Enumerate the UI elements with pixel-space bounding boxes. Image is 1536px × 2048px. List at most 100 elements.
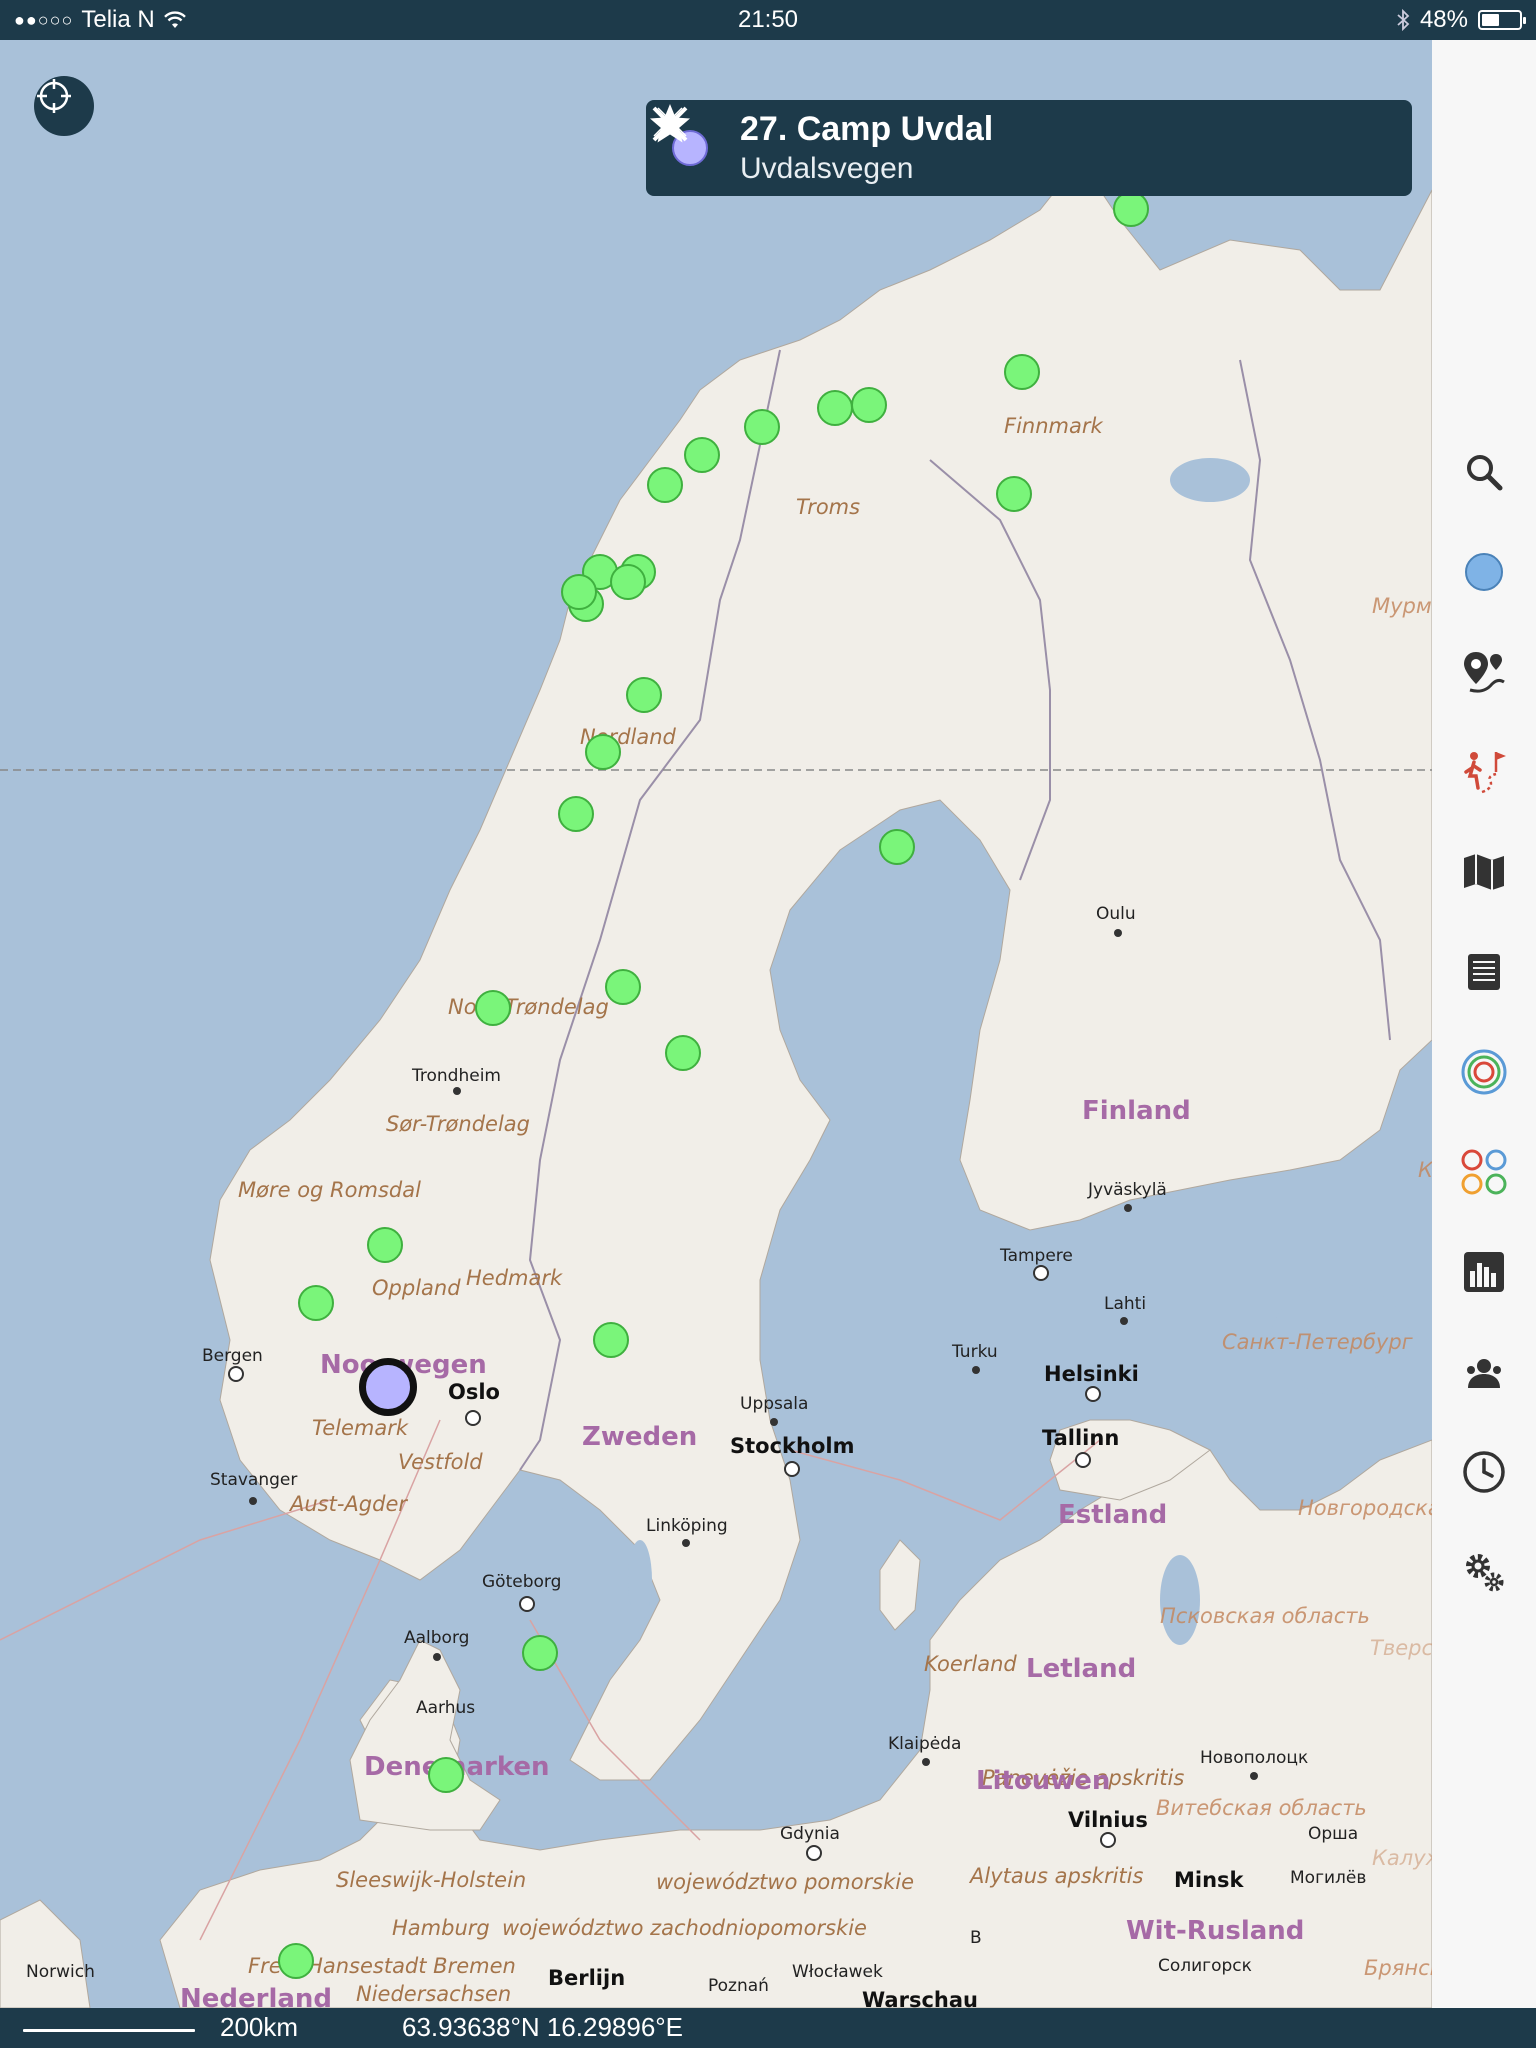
- map-label: Finnmark: [1004, 414, 1103, 438]
- map-marker[interactable]: [1113, 191, 1149, 227]
- city-dot: [806, 1845, 822, 1861]
- city-label: Солигорск: [1158, 1956, 1252, 1976]
- city-label: Aalborg: [404, 1628, 470, 1648]
- map-view[interactable]: Finnmark Troms Nordland Nord-Trøndelag S…: [0, 40, 1432, 2008]
- city-label: Могилёв: [1290, 1868, 1367, 1888]
- map-layers-button[interactable]: [1454, 842, 1514, 902]
- map-marker[interactable]: [561, 574, 597, 610]
- map-icon: [1464, 854, 1504, 890]
- map-marker[interactable]: [428, 1757, 464, 1793]
- map-marker[interactable]: [647, 467, 683, 503]
- city-dot: [682, 1539, 690, 1547]
- map-marker[interactable]: [626, 677, 662, 713]
- city-dot: [1085, 1386, 1101, 1402]
- city-dot: [972, 1366, 980, 1374]
- city-dot: [1250, 1772, 1258, 1780]
- map-label: Alytaus apskritis: [970, 1864, 1144, 1888]
- city-dot: [465, 1410, 481, 1426]
- map-label: Sleeswijk-Holstein: [336, 1868, 527, 1892]
- map-label: Oppland: [372, 1276, 461, 1300]
- map-label: Калужская: [1372, 1846, 1432, 1870]
- map-label: Aust-Agder: [290, 1492, 408, 1516]
- map-marker[interactable]: [585, 734, 621, 770]
- battery-fill: [1482, 14, 1500, 26]
- battery-percent: 48%: [1419, 6, 1468, 33]
- city-dot: [1100, 1832, 1116, 1848]
- locate-me-button[interactable]: [34, 76, 94, 136]
- bluetooth-icon: [1397, 8, 1410, 32]
- city-dot: [453, 1087, 461, 1095]
- map-label: Nord-Trøndelag: [448, 995, 609, 1019]
- map-label: Псковская область: [1160, 1604, 1370, 1628]
- city-label: Norwich: [26, 1962, 95, 1982]
- close-icon[interactable]: [646, 100, 694, 148]
- app-screen: ●●○○○ Telia N 21:50 48% Finnmark Troms N…: [0, 0, 1536, 2048]
- city-label: Linköping: [646, 1516, 728, 1536]
- map-label: Hamburg: [392, 1916, 490, 1940]
- selected-map-marker[interactable]: [359, 1358, 417, 1416]
- map-marker[interactable]: [610, 564, 646, 600]
- map-marker[interactable]: [278, 1943, 314, 1979]
- map-marker[interactable]: [522, 1635, 558, 1671]
- map-marker[interactable]: [879, 829, 915, 865]
- location-subtitle: Uvdalsvegen: [740, 152, 914, 185]
- city-label: Klaipėda: [888, 1734, 962, 1754]
- city-dot: [249, 1497, 257, 1505]
- city-label: Poznań: [708, 1976, 769, 1996]
- layer-dot-button[interactable]: [1454, 542, 1514, 602]
- capital-label: Tallinn: [1042, 1426, 1120, 1450]
- map-marker[interactable]: [298, 1285, 334, 1321]
- map-marker[interactable]: [665, 1035, 701, 1071]
- list-button[interactable]: [1454, 942, 1514, 1002]
- city-dot: [770, 1418, 778, 1426]
- city-label: Włocławek: [792, 1962, 883, 1982]
- map-marker[interactable]: [744, 409, 780, 445]
- city-label: Trondheim: [412, 1066, 501, 1086]
- map-marker[interactable]: [817, 390, 853, 426]
- map-label: województwo pomorskie: [656, 1870, 915, 1894]
- map-marker[interactable]: [605, 969, 641, 1005]
- capital-label: Helsinki: [1044, 1362, 1139, 1386]
- ferry-route: [0, 1499, 331, 1641]
- capital-label: Berlijn: [548, 1966, 626, 1990]
- city-label: Gdynia: [780, 1824, 840, 1844]
- map-marker[interactable]: [367, 1227, 403, 1263]
- status-right: 48%: [1396, 6, 1526, 34]
- groups-button[interactable]: [1454, 1142, 1514, 1202]
- map-label: Витебская область: [1156, 1796, 1367, 1820]
- location-info-card[interactable]: 27. Camp Uvdal Uvdalsvegen: [646, 100, 1412, 196]
- right-toolbar: [1432, 40, 1536, 2008]
- settings-button[interactable]: [1454, 1542, 1514, 1602]
- city-label: Oulu: [1096, 904, 1136, 924]
- trail-button[interactable]: [1454, 742, 1514, 802]
- capital-label: Warschau: [862, 1988, 978, 2008]
- stats-button[interactable]: [1454, 1242, 1514, 1302]
- map-marker[interactable]: [851, 387, 887, 423]
- map-marker[interactable]: [593, 1322, 629, 1358]
- map-label: Telemark: [312, 1416, 409, 1440]
- map-marker[interactable]: [684, 437, 720, 473]
- country-label: Wit-Rusland: [1126, 1916, 1305, 1946]
- country-label: Finland: [1082, 1096, 1191, 1126]
- city-label: Aarhus: [416, 1698, 476, 1718]
- city-label: Tampere: [1000, 1246, 1073, 1266]
- city-label: Turku: [952, 1342, 998, 1362]
- lake-vattern: [628, 1540, 652, 1620]
- history-button[interactable]: [1454, 1442, 1514, 1502]
- status-bar: ●●○○○ Telia N 21:50 48%: [0, 0, 1536, 40]
- search-button[interactable]: [1454, 442, 1514, 502]
- map-marker[interactable]: [558, 796, 594, 832]
- map-marker[interactable]: [475, 990, 511, 1026]
- map-marker[interactable]: [1004, 354, 1040, 390]
- country-label: Litouwen: [976, 1766, 1111, 1796]
- city-dot: [1075, 1452, 1091, 1468]
- city-label: B: [970, 1928, 982, 1948]
- users-button[interactable]: [1454, 1342, 1514, 1402]
- city-dot: [228, 1366, 244, 1382]
- groups-icon: [1461, 1149, 1507, 1195]
- country-label: Nederland: [180, 1984, 333, 2008]
- map-marker[interactable]: [996, 476, 1032, 512]
- capital-label: Vilnius: [1068, 1808, 1148, 1832]
- route-pins-button[interactable]: [1454, 642, 1514, 702]
- tracks-button[interactable]: [1454, 1042, 1514, 1102]
